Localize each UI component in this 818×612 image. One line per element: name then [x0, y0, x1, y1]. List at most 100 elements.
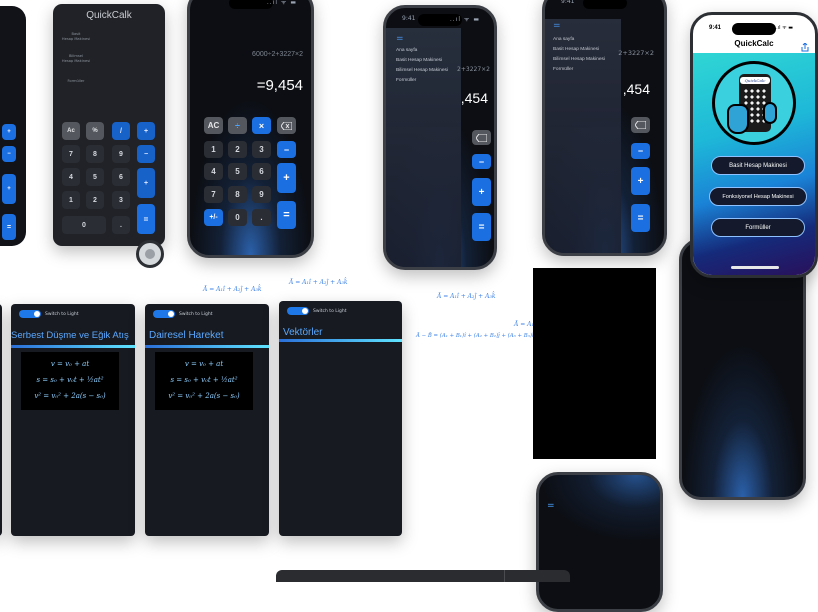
theme-toggle[interactable]	[287, 307, 309, 315]
menu-item-basic[interactable]: Basit Hesap Makinesi	[553, 47, 599, 52]
title-underline	[11, 345, 135, 348]
equation-line-2: s = s₀ + v₀t + ½at²	[170, 376, 238, 384]
calc-result: =9,454	[256, 77, 303, 94]
menu-icon[interactable]: =	[396, 34, 404, 44]
key-1[interactable]: 1	[204, 141, 223, 158]
key-2[interactable]: 2	[86, 191, 104, 209]
section-title: Serbest Düşme ve Eğik Atış	[11, 330, 129, 341]
bottom-bar-divider	[504, 570, 505, 582]
menu-item-formulas[interactable]: Formüller	[553, 67, 573, 72]
menu-icon[interactable]: =	[547, 501, 555, 511]
key-0[interactable]: 0	[62, 216, 106, 234]
menu-item-formulas[interactable]: Formüller	[396, 78, 416, 83]
key-5[interactable]: 5	[228, 163, 247, 180]
backspace-icon	[635, 121, 646, 129]
theme-toggle-row: Switch to Light	[287, 307, 347, 315]
theme-toggle-row: Switch to Light	[153, 310, 213, 318]
key-equals-partial[interactable]: =	[2, 214, 16, 240]
key-9[interactable]: 9	[112, 145, 130, 163]
menu-item-home[interactable]: Ana sayfa	[553, 37, 574, 42]
vector-formula-2: Ā = A₁î + A₂ĵ + A₃k̂	[289, 279, 348, 286]
key-percent[interactable]: %	[86, 122, 104, 140]
key-equals[interactable]: =	[137, 204, 155, 234]
theme-toggle[interactable]	[153, 310, 175, 318]
key-slash[interactable]: /	[112, 122, 130, 140]
sidebar-scientific-label[interactable]: Bilimsel Hesap Makinesi	[61, 54, 91, 64]
key-backspace[interactable]	[472, 130, 491, 145]
key-equals[interactable]: =	[472, 213, 491, 241]
key-4[interactable]: 4	[62, 168, 80, 186]
sidebar-basic-label[interactable]: Basit Hesap Makinesi	[61, 32, 91, 42]
key-backspace[interactable]	[631, 117, 650, 133]
key-0[interactable]: 0	[228, 209, 247, 226]
key-plus-top[interactable]: +	[137, 122, 155, 140]
theme-toggle-row: Switch to Light	[19, 310, 79, 318]
key-minus[interactable]: −	[631, 143, 650, 159]
share-icon[interactable]	[801, 37, 809, 52]
key-divide[interactable]: ÷	[228, 117, 247, 134]
phone-menu-open-2: 9:41 = Ana sayfa Basit Hesap Makinesi Bi…	[542, 0, 667, 256]
menu-item-basic[interactable]: Basit Hesap Makinesi	[396, 58, 442, 63]
key-dot[interactable]: .	[112, 216, 130, 234]
key-plus[interactable]: +	[137, 168, 155, 198]
key-equals[interactable]: =	[631, 204, 650, 232]
theme-toggle[interactable]	[19, 310, 41, 318]
key-minus[interactable]: −	[472, 154, 491, 169]
vector-subtraction-formula: Ā − B̄ = (A₁ + B₁)î + (A₂ + B₂)ĵ + (A₃ +…	[416, 333, 536, 339]
equation-line-3: v² = v₀² + 2a(s − s₀)	[168, 392, 240, 400]
theme-toggle-label: Switch to Light	[179, 311, 213, 317]
key-3[interactable]: 3	[252, 141, 271, 158]
key-1[interactable]: 1	[62, 191, 80, 209]
key-4[interactable]: 4	[204, 163, 223, 180]
basic-calculator-button[interactable]: Basit Hesap Makinesi	[711, 156, 805, 175]
calc-result-partial: ,454	[460, 90, 488, 106]
key-7[interactable]: 7	[62, 145, 80, 163]
status-time: 9:41	[402, 15, 416, 22]
theme-toggle-label: Switch to Light	[313, 308, 347, 314]
key-plus[interactable]: +	[277, 163, 296, 193]
key-8[interactable]: 8	[86, 145, 104, 163]
equation-box: v = v₀ + at s = s₀ + v₀t + ½at² v² = v₀²…	[155, 352, 253, 410]
key-6[interactable]: 6	[112, 168, 130, 186]
key-multiply[interactable]: ×	[252, 117, 271, 134]
panel-circular-motion: Switch to Light Dairesel Hareket v = v₀ …	[145, 304, 269, 536]
sidebar-formulas-label[interactable]: Formüller	[61, 79, 91, 83]
key-plus-large-partial[interactable]: +	[2, 174, 16, 204]
key-minus[interactable]: −	[137, 145, 155, 163]
hand-icon	[727, 104, 749, 134]
key-ac[interactable]: Ac	[62, 122, 80, 140]
signal-icon: ..ıl ᯤ ▬	[266, 0, 297, 6]
key-backspace[interactable]	[277, 117, 296, 134]
key-plus[interactable]: +	[472, 178, 491, 206]
key-dot[interactable]: .	[252, 209, 271, 226]
key-6[interactable]: 6	[252, 163, 271, 180]
menu-item-scientific[interactable]: Bilimsel Hesap Makinesi	[553, 57, 605, 62]
key-sign[interactable]: +/-	[204, 209, 223, 226]
key-8[interactable]: 8	[228, 186, 247, 203]
formulas-button[interactable]: Formüller	[711, 218, 805, 237]
app-logo: QuickCalc	[712, 61, 796, 145]
key-plus-partial[interactable]: +	[2, 124, 16, 140]
menu-item-scientific[interactable]: Bilimsel Hesap Makinesi	[396, 68, 448, 73]
key-9[interactable]: 9	[252, 186, 271, 203]
background-glow	[539, 475, 660, 542]
key-5[interactable]: 5	[86, 168, 104, 186]
key-minus-partial[interactable]: −	[2, 146, 16, 162]
key-7[interactable]: 7	[204, 186, 223, 203]
key-2[interactable]: 2	[228, 141, 247, 158]
key-minus[interactable]: −	[277, 141, 296, 158]
key-plus[interactable]: +	[631, 167, 650, 195]
status-time: 9:41	[561, 0, 575, 5]
key-ac[interactable]: AC	[204, 117, 223, 134]
menu-icon[interactable]: =	[553, 21, 561, 31]
menu-item-home[interactable]: Ana sayfa	[396, 48, 417, 53]
key-3[interactable]: 3	[112, 191, 130, 209]
signal-icon: ..ıl ᯤ ▬	[449, 16, 480, 23]
vector-formula-3: Ā = A₁î + A₂ĵ + A₃k̂	[437, 293, 496, 300]
panel-partial-left	[0, 304, 2, 536]
bottom-dark-bar	[276, 570, 570, 582]
key-equals[interactable]: =	[277, 201, 296, 229]
home-indicator	[731, 266, 779, 269]
calculator-icon	[145, 249, 155, 259]
functional-calculator-button[interactable]: Fonksiyonel Hesap Makinesi	[709, 187, 807, 206]
